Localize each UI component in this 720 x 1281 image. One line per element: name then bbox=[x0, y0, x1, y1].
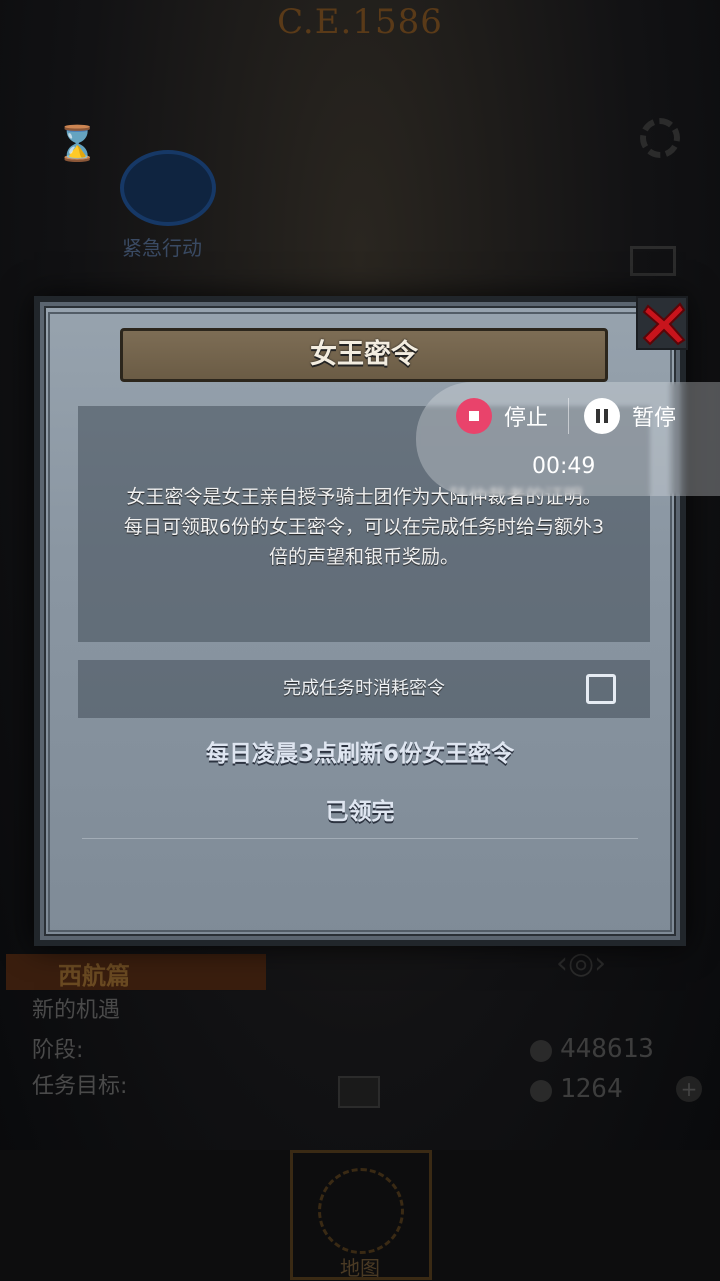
silver-value: 1264 bbox=[560, 1074, 623, 1104]
close-icon bbox=[642, 302, 686, 346]
task-line: 新的机遇 bbox=[32, 998, 121, 1023]
collapse-button bbox=[338, 1076, 380, 1108]
map-icon bbox=[318, 1168, 404, 1254]
stop-icon bbox=[456, 398, 492, 434]
title-banner: 女王密令 bbox=[120, 328, 608, 382]
claim-status: 已领完 bbox=[325, 799, 395, 825]
divider bbox=[82, 838, 638, 839]
add-icon: + bbox=[676, 1076, 702, 1102]
task-title: 西航篇 bbox=[58, 962, 130, 990]
recording-timer: 00:49 bbox=[532, 454, 596, 479]
pause-label: 暂停 bbox=[632, 406, 677, 431]
compass-arrows-icon: ‹◎› bbox=[556, 946, 607, 981]
year-display: C.E.1586 bbox=[277, 2, 443, 42]
gear-icon bbox=[640, 118, 680, 158]
dialog-title: 女王密令 bbox=[310, 339, 418, 370]
pause-icon bbox=[584, 398, 620, 434]
mail-icon bbox=[630, 246, 676, 276]
task-line: 任务目标: bbox=[32, 1074, 128, 1099]
reputation-icon bbox=[530, 1040, 552, 1062]
task-banner bbox=[6, 954, 266, 990]
consume-order-option[interactable]: 完成任务时消耗密令 bbox=[78, 660, 650, 718]
refresh-info: 每日凌晨3点刷新6份女王密令 bbox=[205, 741, 514, 767]
consume-order-label: 完成任务时消耗密令 bbox=[283, 678, 445, 699]
stop-label: 停止 bbox=[504, 406, 549, 431]
screen-recorder-overlay: 停止 暂停 00:49 bbox=[416, 382, 720, 496]
emblem-icon bbox=[120, 150, 216, 226]
reputation-value: 448613 bbox=[560, 1034, 654, 1064]
close-button[interactable] bbox=[636, 296, 688, 350]
emergency-action-label: 紧急行动 bbox=[122, 236, 202, 260]
task-line: 阶段: bbox=[32, 1038, 84, 1063]
recorder-separator bbox=[568, 398, 569, 434]
consume-order-checkbox[interactable] bbox=[586, 674, 616, 704]
silver-icon bbox=[530, 1080, 552, 1102]
hourglass-icon: ⌛ bbox=[56, 124, 99, 164]
nav-map-label: 地图 bbox=[340, 1256, 380, 1280]
